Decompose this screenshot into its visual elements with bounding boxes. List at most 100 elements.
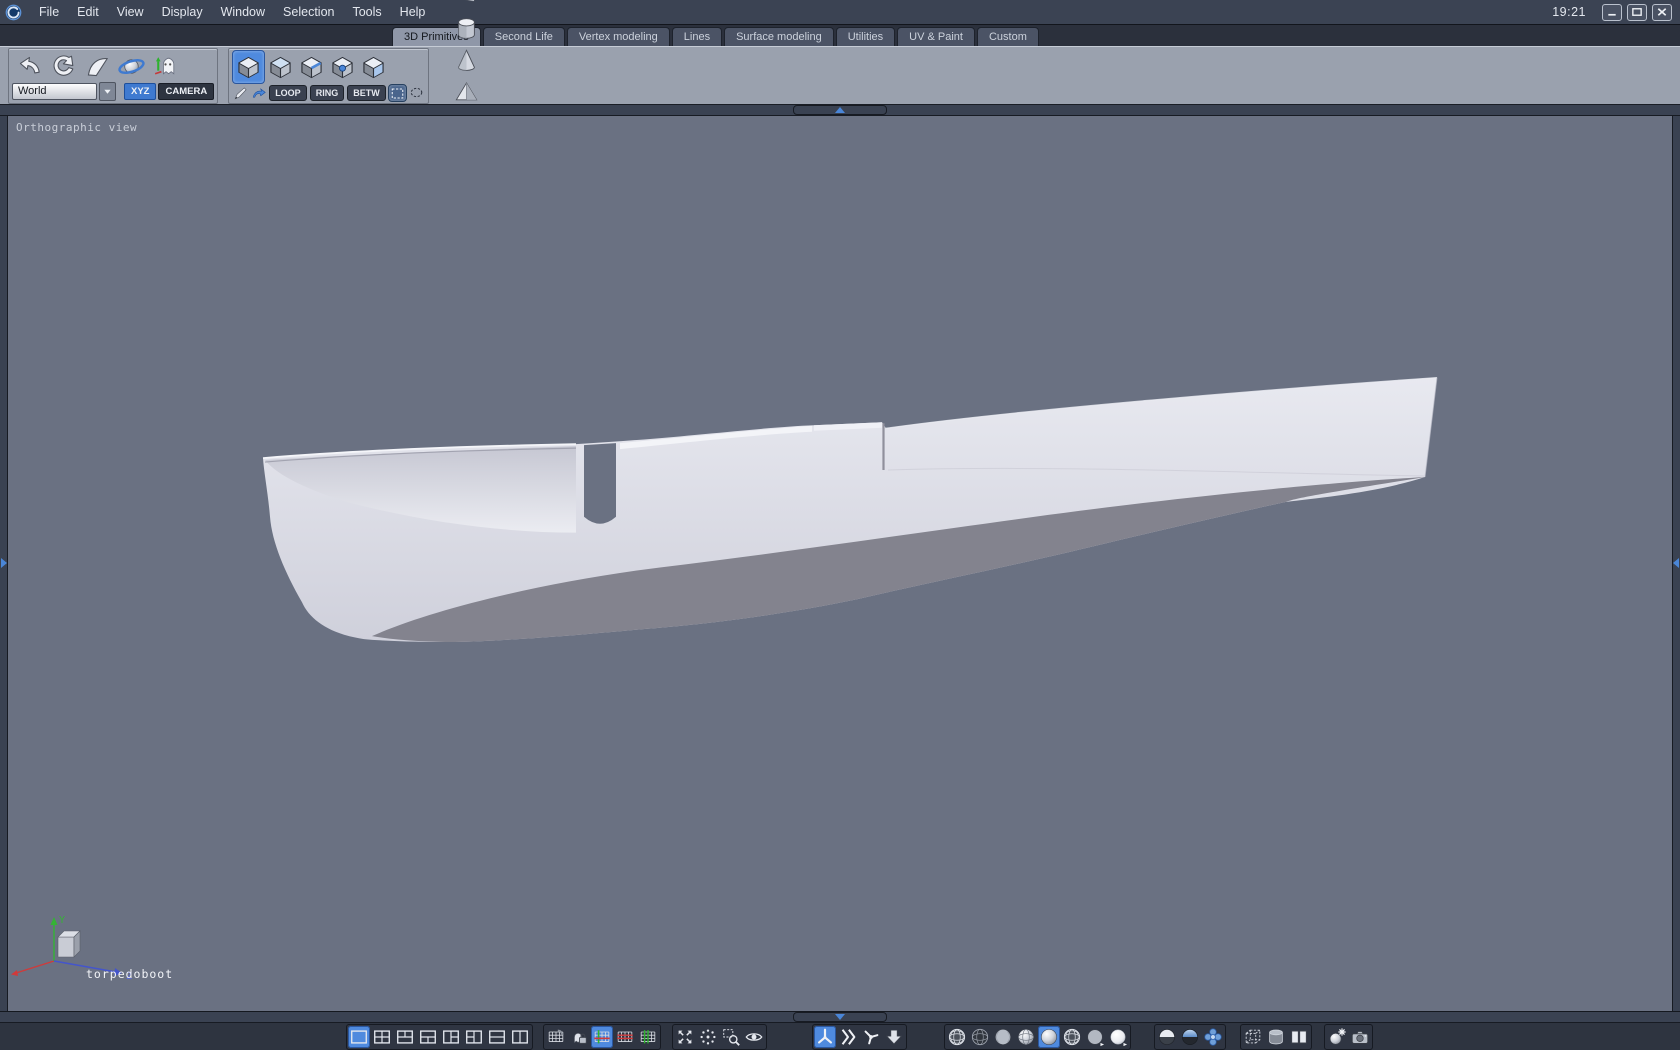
close-button[interactable] <box>1652 3 1672 21</box>
layout-two-columns-icon[interactable] <box>509 1026 531 1048</box>
top-panel-handle[interactable] <box>793 105 887 115</box>
universal-manipulator-icon[interactable] <box>814 1025 836 1048</box>
layout-one-top-two-bottom-icon[interactable] <box>417 1026 439 1048</box>
paint-selection-icon[interactable] <box>232 85 249 101</box>
world-dropdown-button[interactable] <box>99 81 116 101</box>
bright-sphere-icon[interactable] <box>1107 1026 1129 1048</box>
rotate-jack-icon[interactable] <box>860 1026 882 1048</box>
shaded-wireframe-sphere-icon[interactable] <box>1015 1026 1037 1048</box>
tab-uv-paint[interactable]: UV & Paint <box>897 27 975 46</box>
layout-single-icon[interactable] <box>348 1025 370 1048</box>
layout-two-top-one-bottom-icon[interactable] <box>394 1026 416 1048</box>
tab-surface-modeling[interactable]: Surface modeling <box>724 27 834 46</box>
pan-view-icon[interactable] <box>80 50 114 82</box>
menu-items: File Edit View Display Window Selection Tools H… <box>30 2 434 22</box>
collapse-arrow-icon[interactable] <box>883 1026 905 1048</box>
wire-overlay-sphere-icon[interactable] <box>1061 1026 1083 1048</box>
look-at-eye-icon[interactable] <box>743 1026 765 1048</box>
light-icon[interactable] <box>1326 1026 1348 1048</box>
hidden-line-sphere-icon[interactable] <box>969 1026 991 1048</box>
select-point-icon[interactable] <box>327 51 358 83</box>
bottom-panel-strip <box>0 1012 1680 1023</box>
primitive-grid-icon[interactable] <box>452 0 481 12</box>
xyz-space-button[interactable]: XYZ <box>124 82 157 100</box>
world-space-select[interactable]: World <box>12 82 97 100</box>
rectangle-select-icon[interactable] <box>387 84 407 102</box>
primitive-cylinder-icon[interactable] <box>452 12 481 44</box>
tab-vertex-modeling[interactable]: Vertex modeling <box>566 27 670 46</box>
layout-one-left-two-right-icon[interactable] <box>440 1026 462 1048</box>
layout-quad-icon[interactable] <box>371 1026 393 1048</box>
right-panel-strip <box>1672 115 1680 1011</box>
history-view-group: World XYZ CAMERA <box>8 48 219 104</box>
grid-vertical-icon[interactable] <box>637 1026 659 1048</box>
camera-space-button[interactable]: CAMERA <box>158 82 215 100</box>
menu-display[interactable]: Display <box>153 2 212 22</box>
minimize-button[interactable] <box>1602 3 1622 21</box>
select-element-icon[interactable] <box>358 51 389 83</box>
smoothing-dome-icon[interactable] <box>1179 1026 1201 1048</box>
loop-button[interactable]: LOOP <box>269 85 307 101</box>
expand-up-icon <box>835 107 845 113</box>
menu-tools[interactable]: Tools <box>343 2 390 22</box>
primitive-pyramid-icon[interactable] <box>452 76 481 108</box>
ghost-mode-icon[interactable] <box>148 50 182 82</box>
viewport-canvas[interactable] <box>0 115 1680 1011</box>
grid-xy-toggle-icon[interactable] <box>591 1025 613 1048</box>
orbit-view-icon[interactable] <box>114 50 148 82</box>
redo-icon[interactable] <box>46 50 80 82</box>
wireframe-box-icon[interactable] <box>1242 1026 1264 1048</box>
layout-two-left-one-right-icon[interactable] <box>463 1026 485 1048</box>
menu-view[interactable]: View <box>108 2 153 22</box>
tab-second-life[interactable]: Second Life <box>482 27 565 46</box>
half-smooth-sphere-icon[interactable] <box>1156 1026 1178 1048</box>
torpedoboot-model[interactable] <box>0 115 1680 1011</box>
snap-lock-icon[interactable] <box>568 1026 590 1048</box>
matte-sphere-icon[interactable] <box>1084 1026 1106 1048</box>
menu-help[interactable]: Help <box>391 2 435 22</box>
app-logo-icon <box>5 4 22 21</box>
grid-horizontal-icon[interactable] <box>614 1026 636 1048</box>
wireframe-sphere-icon[interactable] <box>946 1026 968 1048</box>
ribbon-tab-bar: 3D Primitives Second Life Vertex modeling L… <box>0 25 1680 46</box>
flat-shaded-sphere-icon[interactable] <box>992 1026 1014 1048</box>
menu-window[interactable]: Window <box>212 2 274 22</box>
subdivision-icon[interactable] <box>1202 1026 1224 1048</box>
ring-button[interactable]: RING <box>309 85 345 101</box>
expand-left-icon[interactable] <box>1673 558 1679 568</box>
3d-viewport[interactable]: Orthographic view Y Z torpedoboot <box>0 105 1680 1011</box>
backface-cylinder-icon[interactable] <box>1265 1026 1287 1048</box>
expand-down-icon <box>835 1014 845 1020</box>
manipulator-group <box>812 1023 907 1050</box>
svg-text:Y: Y <box>59 915 65 926</box>
dual-view-icon[interactable] <box>1288 1026 1310 1048</box>
between-button[interactable]: BETW <box>347 85 386 101</box>
render-camera-icon[interactable] <box>1349 1026 1371 1048</box>
translate-arrows-icon[interactable] <box>837 1026 859 1048</box>
tab-custom[interactable]: Custom <box>976 27 1039 46</box>
tab-lines[interactable]: Lines <box>671 27 723 46</box>
axis-indicator: Y Z <box>8 913 158 993</box>
menu-edit[interactable]: Edit <box>68 2 108 22</box>
bottom-panel-handle[interactable] <box>793 1012 887 1022</box>
primitive-cone-icon[interactable] <box>452 44 481 76</box>
undo-icon[interactable] <box>12 50 46 82</box>
menu-file[interactable]: File <box>30 2 68 22</box>
lasso-select-icon[interactable] <box>408 84 425 100</box>
smooth-shaded-sphere-icon[interactable] <box>1038 1025 1060 1048</box>
grid-snap-icon[interactable] <box>545 1026 567 1048</box>
layout-two-rows-icon[interactable] <box>486 1026 508 1048</box>
grow-selection-icon[interactable] <box>250 85 267 101</box>
fit-view-icon[interactable] <box>674 1026 696 1048</box>
view-tools-group <box>672 1023 767 1050</box>
select-object-icon[interactable] <box>232 50 266 84</box>
maximize-button[interactable] <box>1627 3 1647 21</box>
zoom-area-icon[interactable] <box>720 1026 742 1048</box>
select-face-icon[interactable] <box>265 51 296 83</box>
menu-selection[interactable]: Selection <box>274 2 343 22</box>
tab-utilities[interactable]: Utilities <box>835 27 896 46</box>
expand-right-icon[interactable] <box>1 558 7 568</box>
select-edge-icon[interactable] <box>296 51 327 83</box>
smoothing-group <box>1154 1023 1226 1050</box>
orbit-dots-icon[interactable] <box>697 1026 719 1048</box>
